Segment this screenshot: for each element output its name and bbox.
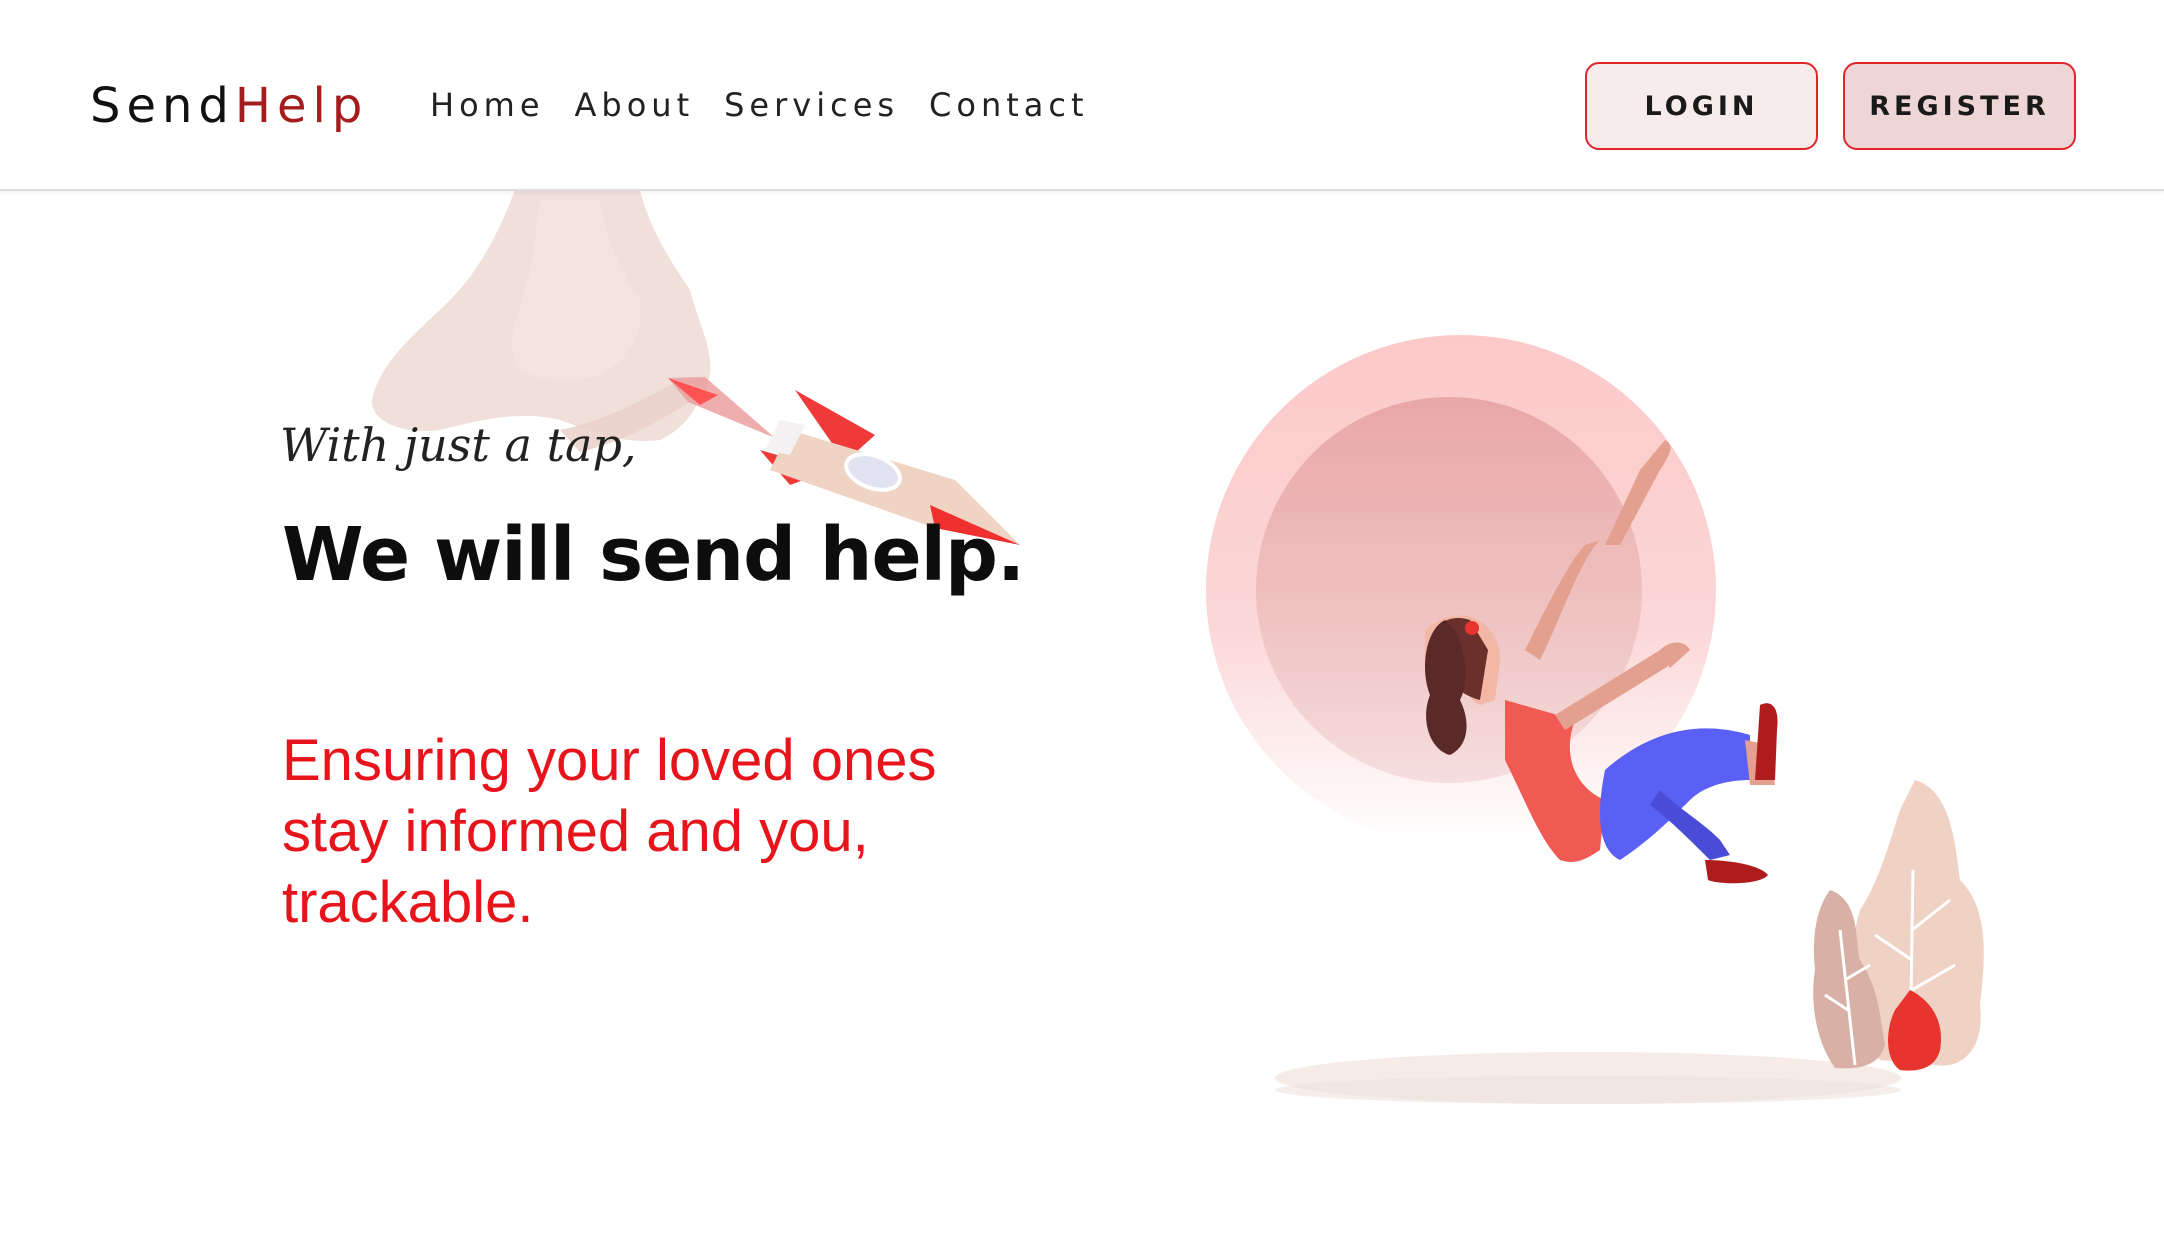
hero-subtext: Ensuring your loved ones stay informed a… bbox=[282, 728, 937, 935]
nav-link-about[interactable]: About bbox=[575, 86, 695, 124]
rocket-smoke bbox=[371, 190, 711, 452]
brand-name-part1: Send bbox=[90, 78, 235, 134]
brand-logo[interactable]: SendHelp bbox=[90, 78, 368, 134]
main-nav: Home About Services Contact bbox=[430, 86, 1089, 124]
plant-leaves-illustration bbox=[1813, 780, 1984, 1071]
login-button[interactable]: LOGIN bbox=[1585, 62, 1818, 150]
nav-link-home[interactable]: Home bbox=[430, 86, 545, 124]
nav-link-services[interactable]: Services bbox=[724, 86, 899, 124]
register-button[interactable]: REGISTER bbox=[1843, 62, 2076, 150]
page: SendHelp Home About Services Contact LOG… bbox=[0, 0, 2164, 1233]
hero-tagline: With just a tap, bbox=[280, 418, 637, 472]
brand-name-part2: Help bbox=[234, 78, 369, 134]
nav-link-contact[interactable]: Contact bbox=[929, 86, 1089, 124]
hero-headline: We will send help. bbox=[282, 512, 1025, 598]
top-navbar: SendHelp Home About Services Contact LOG… bbox=[0, 0, 2164, 191]
